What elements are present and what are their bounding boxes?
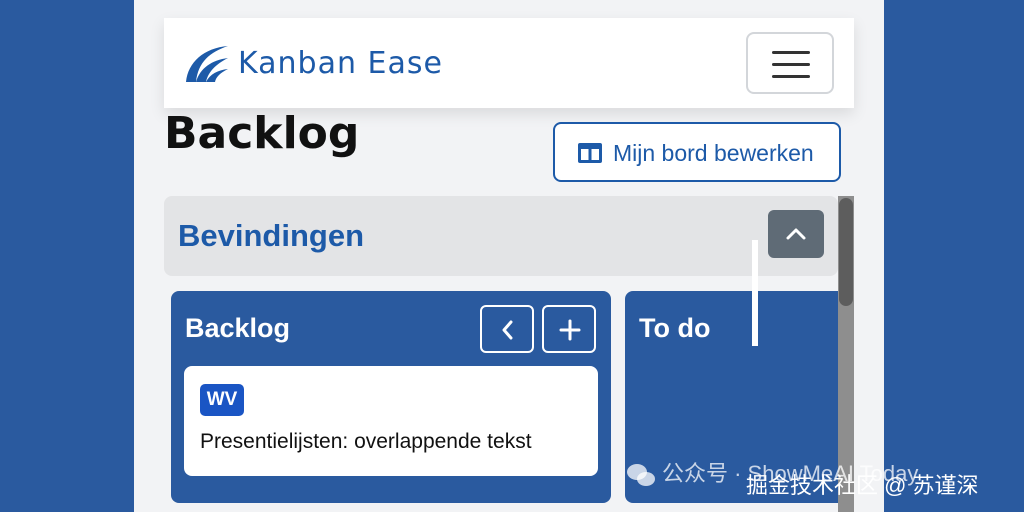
section-title: Bevindingen bbox=[178, 218, 365, 253]
app-viewport: Kanban Ease Backlog Mijn bord bewerken B… bbox=[134, 0, 884, 512]
navbar: Kanban Ease bbox=[164, 18, 854, 108]
column-title: Backlog bbox=[185, 313, 291, 343]
kanban-card[interactable]: WV Presentielijsten: overlappende tekst bbox=[184, 366, 598, 476]
move-column-left-button[interactable] bbox=[480, 305, 534, 353]
logo-icon bbox=[186, 46, 228, 82]
wechat-icon bbox=[627, 464, 655, 487]
edge-tab bbox=[752, 240, 758, 346]
page-title: Backlog bbox=[164, 108, 360, 159]
collapse-section-button[interactable] bbox=[768, 210, 824, 258]
column-backlog: Backlog WV Presentielijsten: overlappend… bbox=[171, 291, 611, 503]
brand-name: Kanban Ease bbox=[238, 46, 443, 81]
watermark-line-2: 掘金技术社区 @ 苏谨深 bbox=[746, 473, 979, 498]
column-title: To do bbox=[639, 313, 711, 343]
add-card-button[interactable] bbox=[542, 305, 596, 353]
hamburger-menu-button[interactable] bbox=[746, 32, 834, 94]
edit-board-label: Mijn bord bewerken bbox=[613, 140, 814, 166]
section-header: Bevindingen bbox=[164, 196, 838, 276]
scrollbar-thumb[interactable] bbox=[839, 198, 853, 306]
hamburger-menu-icon bbox=[772, 51, 810, 54]
card-text: Presentielijsten: overlappende tekst bbox=[200, 430, 532, 453]
board-columns-icon bbox=[578, 143, 602, 163]
chevron-left-icon bbox=[502, 320, 513, 340]
chevron-up-icon bbox=[786, 228, 806, 240]
edit-board-button[interactable]: Mijn bord bewerken bbox=[553, 122, 841, 182]
card-badge: WV bbox=[200, 384, 244, 416]
plus-icon bbox=[559, 319, 581, 341]
